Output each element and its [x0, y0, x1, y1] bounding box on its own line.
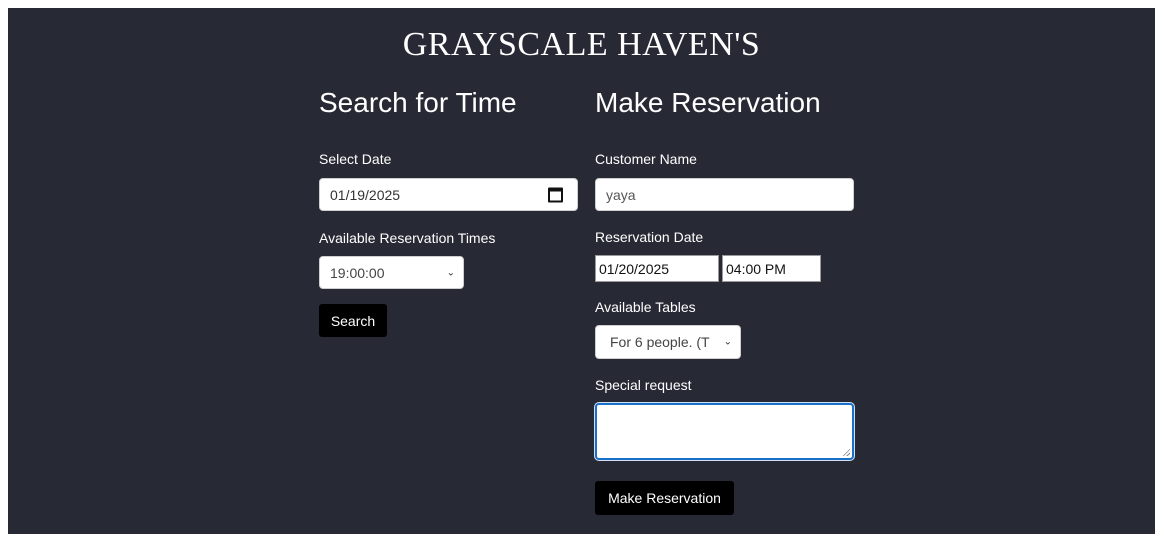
calendar-icon[interactable] — [548, 187, 563, 202]
customer-name-value: yaya — [606, 186, 636, 203]
search-button[interactable]: Search — [319, 304, 387, 337]
resize-grip-icon[interactable] — [842, 448, 850, 456]
search-section-title: Search for Time — [319, 87, 517, 118]
chevron-down-icon: ⌄ — [723, 336, 732, 348]
time-select-value: 19:00:00 — [330, 264, 385, 281]
time-select[interactable]: 19:00:00 ⌄ — [319, 256, 464, 289]
search-date-value: 01/19/2025 — [330, 186, 401, 203]
available-tables-label: Available Tables — [595, 299, 696, 315]
reservation-date-value: 01/20/2025 — [599, 260, 670, 277]
table-select[interactable]: For 6 people. (T ⌄ — [595, 325, 741, 359]
search-date-input[interactable]: 01/19/2025 — [319, 178, 578, 211]
chevron-down-icon: ⌄ — [446, 267, 455, 278]
customer-name-label: Customer Name — [595, 151, 697, 167]
available-times-label: Available Reservation Times — [319, 230, 496, 246]
app-container: GRAYSCALE HAVEN'S Search for Time Select… — [8, 8, 1155, 534]
reservation-time-input[interactable]: 04:00 PM — [722, 255, 821, 282]
make-reservation-button[interactable]: Make Reservation — [595, 481, 734, 515]
table-select-value: For 6 people. (T — [610, 334, 710, 350]
site-title: GRAYSCALE HAVEN'S — [402, 26, 761, 63]
special-request-textarea[interactable] — [595, 403, 854, 460]
customer-name-input[interactable]: yaya — [595, 178, 854, 211]
special-request-label: Special request — [595, 377, 692, 393]
reservation-date-input[interactable]: 01/20/2025 — [595, 255, 719, 282]
reservation-time-value: 04:00 PM — [726, 260, 786, 277]
select-date-label: Select Date — [319, 151, 392, 167]
reservation-date-label: Reservation Date — [595, 229, 704, 245]
reservation-section-title: Make Reservation — [595, 87, 821, 118]
